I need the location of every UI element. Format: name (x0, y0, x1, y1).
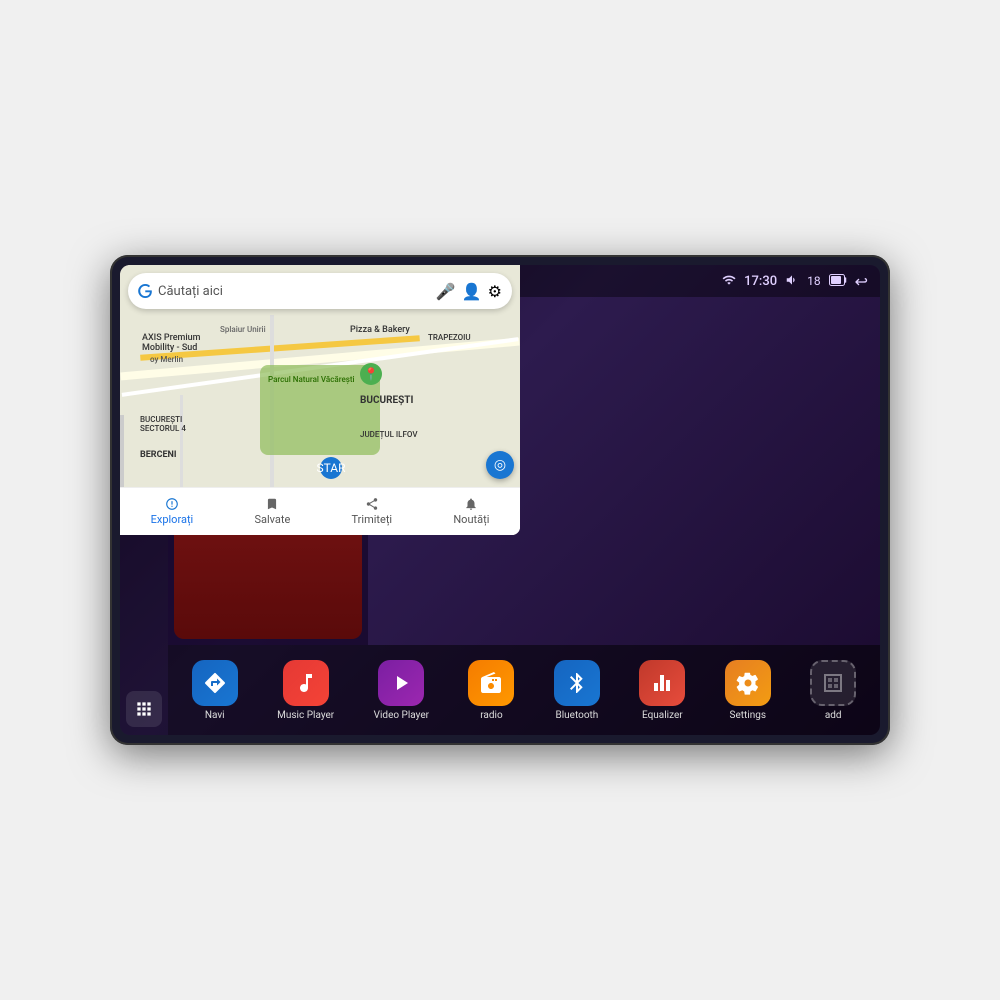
map-label-buc: BUCUREȘTI (360, 395, 413, 406)
map-settings-icon[interactable]: ⚙ (488, 297, 502, 301)
upper-section: AXIS PremiumMobility - Sud Pizza & Baker… (168, 297, 880, 645)
battery-num: 18 (807, 274, 821, 288)
wifi-icon (722, 273, 736, 290)
map-label-pizza: Pizza & Bakery (350, 325, 410, 335)
device: ⌂ 📍 17:30 18 ↩ (110, 255, 890, 745)
app-dock: Navi Music Player Video Player (168, 645, 880, 735)
app-radio-label: radio (480, 710, 502, 721)
app-video-player[interactable]: Video Player (374, 660, 429, 721)
map-search-bar[interactable]: Căutați aici 🎤 👤 ⚙ (168, 297, 512, 309)
map-nav-news-label: Noutăți (453, 513, 489, 526)
settings-icon (725, 660, 771, 706)
equalizer-icon (639, 660, 685, 706)
app-video-label: Video Player (374, 710, 429, 721)
map-bottom-bar: Explorați Salvate Trimiteți (168, 487, 520, 535)
radio-icon (468, 660, 514, 706)
map-label-buc4: BUCUREȘTISECTORUL 4 (168, 415, 186, 433)
map-label-ilfov: JUDEȚUL ILFOV (360, 430, 418, 439)
device-screen: ⌂ 📍 17:30 18 ↩ (120, 265, 880, 735)
add-icon (810, 660, 856, 706)
map-search-text: Căutați aici (168, 297, 430, 299)
navi-icon (192, 660, 238, 706)
battery-icon (829, 274, 847, 289)
map-label-merlin: oy Merlin (168, 355, 183, 364)
music-player-icon (283, 660, 329, 706)
video-player-icon (378, 660, 424, 706)
center-area: AXIS PremiumMobility - Sud Pizza & Baker… (168, 297, 880, 735)
map-account-icon[interactable]: 👤 (462, 297, 482, 301)
map-nav-saved[interactable]: Salvate (254, 497, 290, 526)
app-add-label: add (825, 710, 842, 721)
map-nav-share-label: Trimiteți (352, 513, 393, 526)
map-mic-icon[interactable]: 🎤 (436, 297, 456, 301)
sidebar-apps-btn[interactable] (126, 691, 162, 727)
app-settings-label: Settings (730, 710, 767, 721)
app-settings[interactable]: Settings (725, 660, 771, 721)
map-label-berceni: BERCENI (168, 450, 177, 460)
map-nav-explore-label: Explorați (168, 513, 193, 526)
app-bluetooth-label: Bluetooth (555, 710, 598, 721)
app-equalizer-label: Equalizer (642, 710, 683, 721)
app-navi[interactable]: Navi (192, 660, 238, 721)
main-content: AXIS PremiumMobility - Sud Pizza & Baker… (120, 297, 880, 735)
bluetooth-icon (554, 660, 600, 706)
map-nav-explore[interactable]: Explorați (168, 497, 193, 526)
app-music-player[interactable]: Music Player (277, 660, 334, 721)
app-music-label: Music Player (277, 710, 334, 721)
status-right: 17:30 18 ↩ (722, 272, 868, 291)
map-nav-saved-label: Salvate (254, 513, 290, 526)
volume-icon (785, 273, 799, 290)
app-add[interactable]: add (810, 660, 856, 721)
map-widget[interactable]: AXIS PremiumMobility - Sud Pizza & Baker… (168, 297, 520, 535)
app-navi-label: Navi (205, 710, 225, 721)
map-label-axis: AXIS PremiumMobility - Sud (168, 333, 201, 353)
map-nav-share[interactable]: Trimiteți (352, 497, 393, 526)
app-radio[interactable]: radio (468, 660, 514, 721)
back-icon[interactable]: ↩ (855, 272, 868, 291)
map-location-fab[interactable]: ◎ (486, 451, 514, 479)
map-label-splai: Splaiur Unirii (220, 325, 266, 334)
app-equalizer[interactable]: Equalizer (639, 660, 685, 721)
map-nav-news[interactable]: Noutăți (453, 497, 489, 526)
status-time: 17:30 (744, 274, 777, 289)
map-label-trap: TRAPEZOIU (428, 333, 471, 342)
map-label-park: Parcul Natural Văcărești (268, 375, 355, 384)
app-bluetooth[interactable]: Bluetooth (554, 660, 600, 721)
map-marker-green[interactable]: 📍 (360, 363, 382, 385)
map-marker-blue[interactable]: STAR (320, 457, 342, 479)
